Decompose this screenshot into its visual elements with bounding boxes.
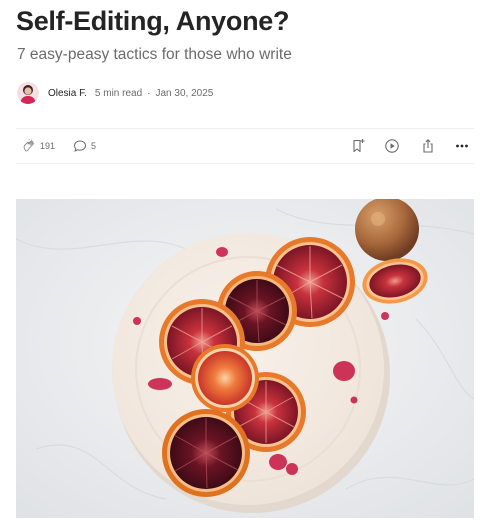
bookmark-icon <box>350 138 366 154</box>
share-button[interactable] <box>420 129 436 163</box>
responses-button[interactable]: 5 <box>73 129 96 163</box>
comment-icon <box>73 139 87 153</box>
more-options-button[interactable] <box>455 129 469 163</box>
author-avatar[interactable] <box>17 82 39 104</box>
more-icon <box>455 139 469 153</box>
clap-icon <box>22 139 36 153</box>
play-icon <box>384 138 400 154</box>
clap-count: 191 <box>40 141 56 151</box>
listen-button[interactable] <box>384 129 400 163</box>
response-count: 5 <box>91 141 97 151</box>
author-name[interactable]: Olesia F. <box>48 88 87 99</box>
hero-image <box>16 199 474 518</box>
publish-date: Jan 30, 2025 <box>155 87 214 99</box>
article-title: Self-Editing, Anyone? <box>16 6 290 36</box>
byline: Olesia F. 5 min read · Jan 30, 2025 <box>17 81 213 105</box>
clap-button[interactable]: 191 <box>22 129 55 163</box>
article-subtitle: 7 easy-peasy tactics for those who write <box>17 46 292 63</box>
blood-orange-plate-photo <box>16 199 474 518</box>
byline-separator: · <box>147 87 151 99</box>
share-icon <box>420 138 436 154</box>
read-time: 5 min read <box>94 87 143 99</box>
article-action-bar: 191 5 <box>16 128 474 164</box>
save-button[interactable] <box>350 129 366 163</box>
